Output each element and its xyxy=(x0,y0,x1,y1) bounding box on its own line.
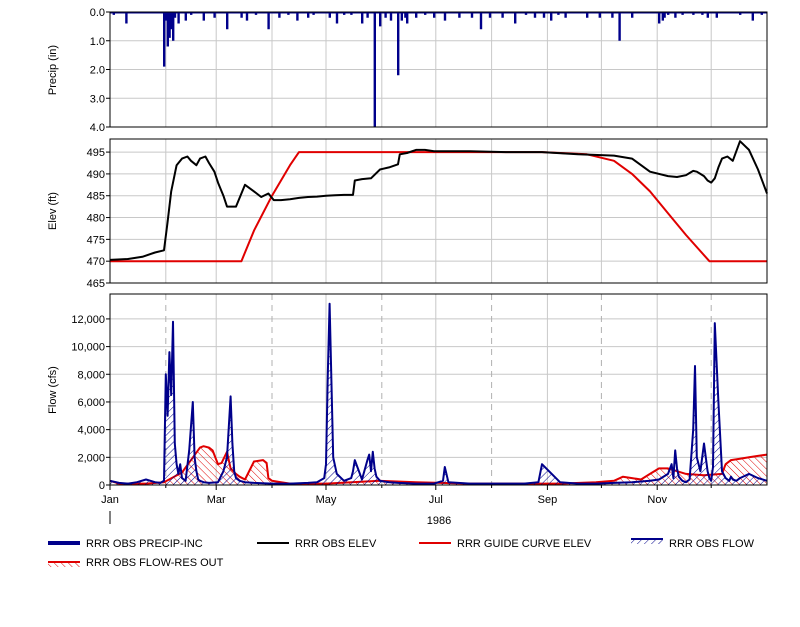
precip-tick-label: 4.0 xyxy=(90,122,105,134)
precip-y-axis-label: Precip (in) xyxy=(47,45,59,95)
precip-tick-label: 3.0 xyxy=(90,93,105,105)
legend-item-flow: RRR OBS FLOW xyxy=(631,538,755,550)
precip-bar xyxy=(514,12,517,24)
flow-panel: 0 2,000 4,000 6,000 8,000 10,000 12,000 Flow (… xyxy=(47,293,768,492)
flow-tick-label: 4,000 xyxy=(77,425,105,437)
precip-bar xyxy=(125,12,128,24)
flow-tick-label: 0 xyxy=(99,480,105,492)
flow-y-tick-labels: 0 2,000 4,000 6,000 8,000 10,000 12,000 xyxy=(71,314,110,492)
precip-bar xyxy=(226,12,229,30)
precip-y-tick-labels: 0.0 1.0 2.0 3.0 4.0 xyxy=(90,7,110,134)
legend-label-guide: RRR GUIDE CURVE ELEV xyxy=(457,538,592,550)
elevation-tick-label: 485 xyxy=(87,191,105,203)
legend-label-elev: RRR OBS ELEV xyxy=(295,538,377,550)
elevation-tick-label: 470 xyxy=(87,256,105,268)
precip-bar xyxy=(335,12,339,24)
x-tick-label: Nov xyxy=(647,494,667,506)
legend: RRR OBS PRECIP-INC RRR OBS ELEV RRR GUID… xyxy=(48,538,755,569)
elevation-tick-label: 480 xyxy=(87,213,105,225)
flow-tick-label: 10,000 xyxy=(71,342,105,354)
x-tick-label: Mar xyxy=(207,494,226,506)
precip-tick-label: 0.0 xyxy=(90,7,105,19)
precip-bar xyxy=(658,12,661,24)
flow-tick-label: 6,000 xyxy=(77,397,105,409)
legend-item-precip: RRR OBS PRECIP-INC xyxy=(48,538,203,550)
legend-label-flow: RRR OBS FLOW xyxy=(669,538,755,550)
precip-bar xyxy=(479,12,483,30)
flow-tick-label: 8,000 xyxy=(77,369,105,381)
elevation-lines xyxy=(109,140,768,263)
precip-bar xyxy=(406,12,409,24)
flow-tick-label: 2,000 xyxy=(77,452,105,464)
precip-bar xyxy=(618,12,621,41)
guide-curve-line xyxy=(110,151,767,263)
elevation-tick-label: 465 xyxy=(87,278,105,290)
precip-bar xyxy=(397,12,400,76)
legend-label-precip: RRR OBS PRECIP-INC xyxy=(86,538,203,550)
legend-item-elev: RRR OBS ELEV xyxy=(257,538,377,550)
hydrograph-chart: 0.0 1.0 2.0 3.0 4.0 Precip (in) 465 470 475 480… xyxy=(47,7,768,569)
x-axis: Jan Mar May Jul Sep Nov xyxy=(101,485,712,506)
x-tick-label: May xyxy=(316,494,337,506)
precip-bar xyxy=(361,12,364,24)
precip-tick-label: 2.0 xyxy=(90,65,105,77)
precip-bar xyxy=(373,12,376,127)
legend-label-res-out: RRR OBS FLOW-RES OUT xyxy=(86,557,224,569)
precip-bar xyxy=(267,12,270,30)
obs-elev-line xyxy=(109,140,768,261)
x-tick-label: Jul xyxy=(429,494,443,506)
elevation-tick-label: 495 xyxy=(87,147,105,159)
flow-tick-label: 12,000 xyxy=(71,314,105,326)
legend-item-res-out: RRR OBS FLOW-RES OUT xyxy=(48,557,224,569)
flow-y-axis-label: Flow (cfs) xyxy=(47,366,59,414)
x-tick-label: Sep xyxy=(538,494,558,506)
precip-grid xyxy=(109,11,767,128)
precip-tick-label: 1.0 xyxy=(90,36,105,48)
legend-item-guide: RRR GUIDE CURVE ELEV xyxy=(419,538,592,550)
precip-bar xyxy=(379,12,382,27)
elevation-tick-label: 475 xyxy=(87,234,105,246)
elevation-y-tick-labels: 465 470 475 480 485 490 495 xyxy=(87,147,110,290)
elevation-y-axis-label: Elev (ft) xyxy=(47,192,59,230)
year-label: 1986 xyxy=(427,515,451,527)
precip-bar xyxy=(177,12,180,24)
elevation-tick-label: 490 xyxy=(87,169,105,181)
elevation-panel: 465 470 475 480 485 490 495 Elev (ft) xyxy=(47,138,768,290)
x-tick-label: Jan xyxy=(101,494,119,506)
precip-panel: 0.0 1.0 2.0 3.0 4.0 Precip (in) xyxy=(47,7,768,134)
